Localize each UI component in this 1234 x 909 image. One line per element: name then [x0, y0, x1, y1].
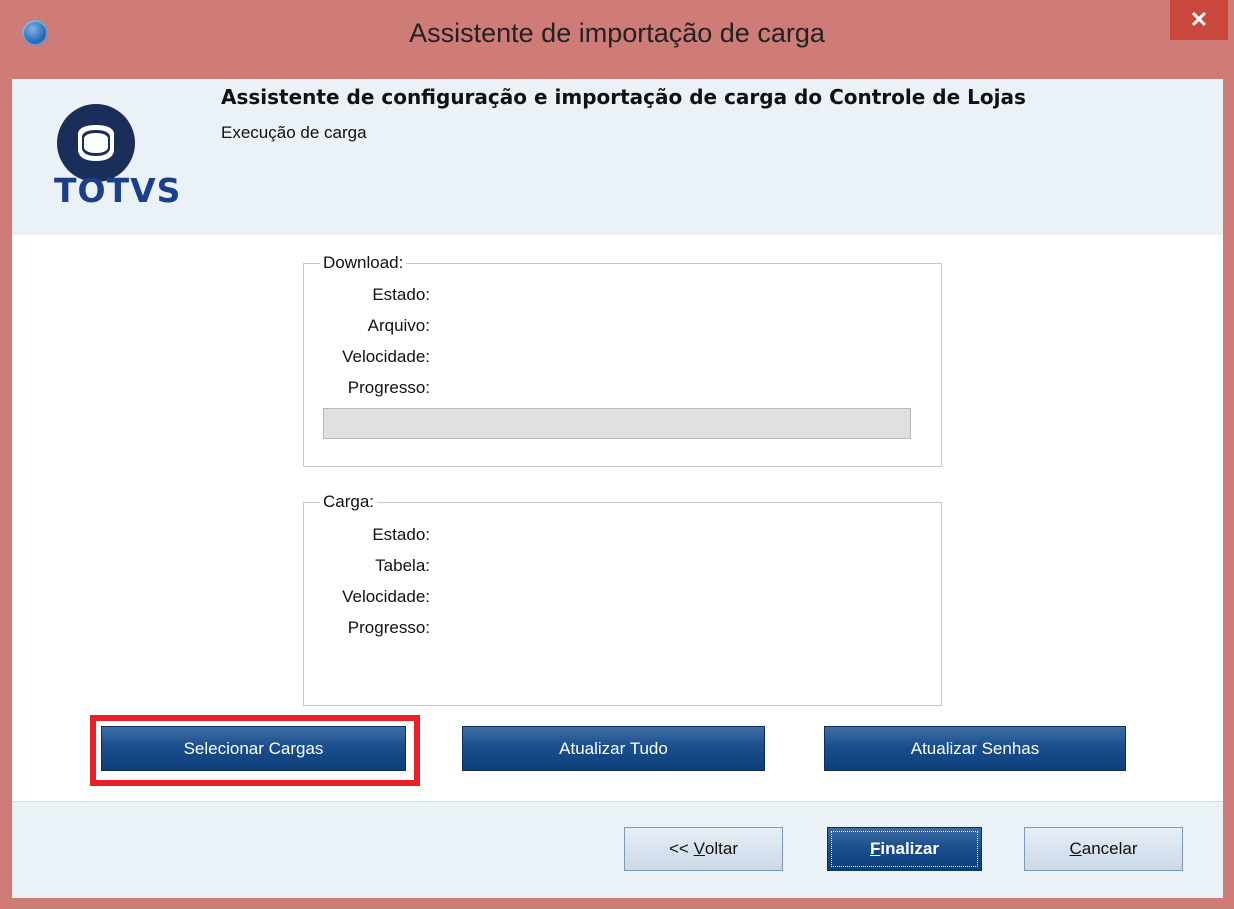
close-icon: ✕ [1189, 7, 1209, 32]
finalizar-button[interactable]: Finalizar [827, 827, 982, 871]
selecionar-cargas-button[interactable]: Selecionar Cargas [101, 726, 406, 771]
carga-estado-label: Estado: [372, 525, 430, 544]
cancelar-button[interactable]: Cancelar [1024, 827, 1183, 871]
download-estado-label: Estado: [372, 285, 430, 304]
wizard-subtitle: Execução de carga [221, 123, 367, 142]
carga-velocidade-label: Velocidade: [342, 587, 430, 606]
wizard-footer: << Voltar Finalizar Cancelar [12, 801, 1223, 898]
voltar-rest: oltar [704, 839, 738, 858]
atualizar-tudo-button[interactable]: Atualizar Tudo [462, 726, 765, 771]
cancelar-mnemonic: C [1069, 839, 1082, 858]
cancelar-rest: ancelar [1081, 839, 1138, 858]
window-title: Assistente de importação de carga [409, 18, 825, 48]
download-progresso-label: Progresso: [347, 378, 430, 397]
carga-progresso-label: Progresso: [347, 618, 430, 637]
finalizar-rest: inalizar [880, 839, 939, 858]
download-progress-bar [323, 408, 911, 439]
download-legend: Download: [323, 253, 404, 272]
voltar-mnemonic: V [693, 839, 705, 858]
carga-legend: Carga: [323, 492, 375, 511]
title-bar[interactable]: Assistente de importação de carga ✕ [0, 0, 1234, 78]
close-button[interactable]: ✕ [1170, 0, 1228, 40]
dialog-window: Assistente de importação de carga ✕ TOTV… [0, 0, 1234, 909]
download-arquivo-label: Arquivo: [367, 316, 430, 335]
finalizar-mnemonic: F [870, 839, 881, 858]
voltar-button[interactable]: << Voltar [624, 827, 783, 871]
carga-tabela-label: Tabela: [375, 556, 430, 575]
wizard-title: Assistente de configuração e importação … [221, 85, 1026, 109]
voltar-prefix: << [668, 839, 694, 858]
totvs-logo-text: TOTVS [54, 171, 182, 210]
atualizar-senhas-button[interactable]: Atualizar Senhas [824, 726, 1126, 771]
wizard-header: TOTVS Assistente de configuração e impor… [12, 79, 1223, 235]
dialog-client-area: TOTVS Assistente de configuração e impor… [12, 79, 1223, 898]
download-velocidade-label: Velocidade: [342, 347, 430, 366]
